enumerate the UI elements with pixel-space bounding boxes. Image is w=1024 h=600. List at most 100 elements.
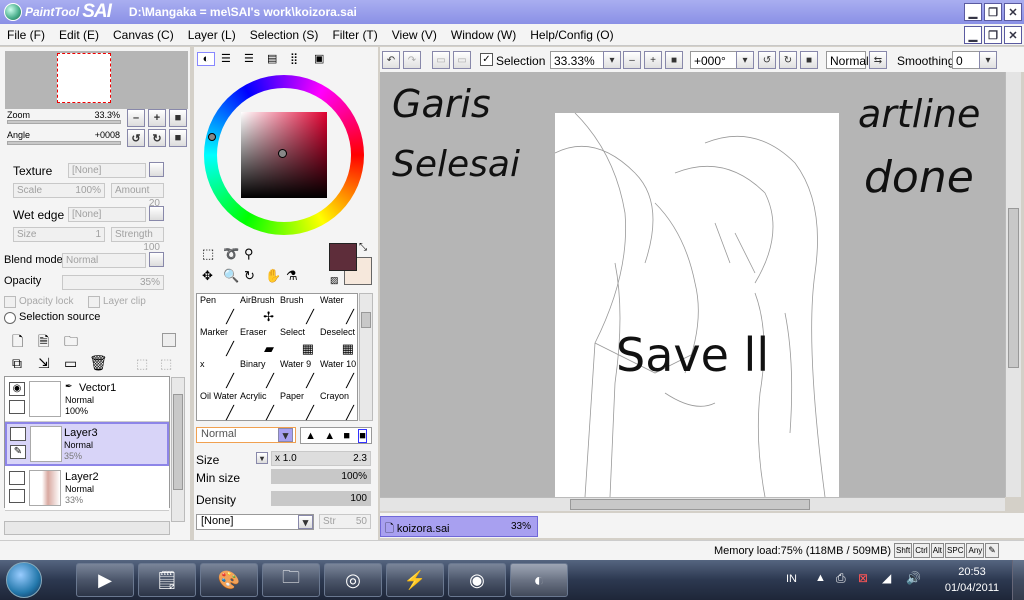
toolbar-rotate-reset-icon[interactable]: ■ <box>800 51 818 69</box>
zoom-slider[interactable] <box>7 120 121 124</box>
layer-clip-checkbox[interactable] <box>88 296 100 308</box>
taskbar-explorer-icon[interactable]: 🗀 <box>262 563 320 597</box>
zoom-out-button[interactable]: – <box>127 109 145 127</box>
wet-edge-size[interactable]: Size 1 <box>13 227 105 242</box>
menu-file[interactable]: File (F) <box>0 28 52 42</box>
layer-option-icon[interactable] <box>162 333 176 347</box>
lasso-icon[interactable]: ➰ <box>223 246 239 262</box>
copy-layer-icon[interactable]: ⧉ <box>12 355 22 372</box>
shape-flat-icon[interactable]: ■ <box>358 428 367 443</box>
hand-icon[interactable]: ✋ <box>265 268 281 284</box>
texture-dropdown-icon[interactable] <box>149 162 164 177</box>
layer-scroll-thumb[interactable] <box>173 394 183 490</box>
tool-oil-water[interactable]: Oil Water ╱ <box>198 390 238 422</box>
view-blend-combo[interactable]: Normal <box>826 51 869 69</box>
zoom-combo-dropdown-icon[interactable]: ▾ <box>603 51 621 69</box>
tool-marker[interactable]: Marker ╱ <box>198 326 238 358</box>
angle-slider[interactable] <box>7 141 121 145</box>
layer-lock-box[interactable] <box>9 489 25 503</box>
texture-amount[interactable]: Amount 20 <box>111 183 164 209</box>
move-icon[interactable]: ✥ <box>202 268 213 284</box>
tool-pen[interactable]: Pen ╱ <box>198 294 238 326</box>
angle-combo[interactable]: +000° <box>690 51 742 69</box>
texture-select[interactable]: [None] <box>68 163 146 178</box>
visibility-box[interactable] <box>9 471 25 485</box>
doc-minimize-button[interactable]: ▁ <box>964 26 982 44</box>
visibility-eye-icon[interactable]: ◉ <box>9 382 25 396</box>
magic-wand-icon[interactable]: ⚲ <box>244 246 254 262</box>
rotate-reset-button[interactable]: ■ <box>169 129 187 147</box>
opacity-lock-checkbox[interactable] <box>4 296 16 308</box>
toolbar-zoom-out-icon[interactable]: – <box>623 51 641 69</box>
navigator-preview[interactable] <box>5 51 188 109</box>
tool-water-9[interactable]: Water 9 ╱ <box>278 358 318 390</box>
close-button[interactable]: ✕ <box>1004 3 1022 21</box>
layer-row-layer2[interactable]: Layer2 Normal 33% <box>5 467 169 511</box>
tray-network-icon[interactable]: ⊠ <box>858 571 868 585</box>
layer-hscrollbar[interactable] <box>4 521 170 535</box>
color-wheel-tab-icon[interactable]: ◐ <box>197 52 215 66</box>
menu-layer[interactable]: Layer (L) <box>181 28 243 42</box>
clock-time[interactable]: 20:53 <box>942 566 1002 578</box>
transparent-color-icon[interactable]: ▨ <box>330 275 339 286</box>
document-tab[interactable]: 🗋 koizora.sai 33% <box>380 516 538 537</box>
brush-texture-select[interactable]: [None] <box>196 514 314 530</box>
tool-crayon[interactable]: Crayon ╱ <box>318 390 358 422</box>
tool-airbrush[interactable]: AirBrush ✢ <box>238 294 278 326</box>
brush-mode-dropdown-icon[interactable]: ▾ <box>278 428 293 442</box>
tool-scroll-thumb[interactable] <box>361 312 371 328</box>
show-desktop-button[interactable] <box>1012 560 1024 600</box>
menu-help[interactable]: Help/Config (O) <box>523 28 620 42</box>
new-folder-icon[interactable]: 🗀 <box>64 331 78 355</box>
minimize-button[interactable]: ▁ <box>964 3 982 21</box>
tray-signal-icon[interactable]: ◢ <box>882 571 891 585</box>
tool-deselect[interactable]: Deselect ▦ <box>318 326 358 358</box>
show-selection-checkbox[interactable]: ✓ <box>480 53 493 66</box>
canvas-area[interactable]: Garis Selesai artline done Save ll <box>380 72 1005 497</box>
hsv-slider-tab-icon[interactable]: ☰ <box>244 52 262 66</box>
canvas-vscrollbar[interactable] <box>1005 72 1021 497</box>
blend-mode-select[interactable]: Normal <box>62 253 146 268</box>
taskbar-winamp-icon[interactable]: ⚡ <box>386 563 444 597</box>
menu-edit[interactable]: Edit (E) <box>52 28 106 42</box>
navigator-viewport[interactable] <box>57 53 111 103</box>
tool-binary[interactable]: Binary ╱ <box>238 358 278 390</box>
edit-brush-icon[interactable]: ✎ <box>10 445 26 459</box>
tool-select[interactable]: Select ▦ <box>278 326 318 358</box>
shape-mid-icon[interactable]: ▲ <box>324 430 335 442</box>
layer-scrollbar[interactable] <box>171 377 185 522</box>
undo-icon[interactable]: ↶ <box>382 51 400 69</box>
tool-scrollbar[interactable] <box>359 293 373 421</box>
wet-edge-strength[interactable]: Strength 100 <box>111 227 164 253</box>
tray-device-icon[interactable]: ⎙ <box>836 571 846 586</box>
tool-brush[interactable]: Brush ╱ <box>278 294 318 326</box>
canvas-hscroll-thumb[interactable] <box>570 499 810 510</box>
lock-layer-icon[interactable]: ⬚ <box>136 356 148 372</box>
maximize-button[interactable]: ❐ <box>984 3 1002 21</box>
start-orb-icon[interactable] <box>6 562 42 598</box>
hue-cursor-icon[interactable] <box>208 133 216 141</box>
delete-layer-icon[interactable]: 🗑 <box>89 354 108 372</box>
rotate-icon[interactable]: ↻ <box>244 268 255 284</box>
tool-paper[interactable]: Paper ╱ <box>278 390 318 422</box>
tool-acrylic[interactable]: Acrylic ╱ <box>238 390 278 422</box>
hue-ring[interactable] <box>204 75 364 235</box>
scratchpad-tab-icon[interactable]: ▣ <box>314 52 332 66</box>
toolbar-zoom-reset-icon[interactable]: ■ <box>665 51 683 69</box>
taskbar-media-player-icon[interactable]: ▶ <box>76 563 134 597</box>
menu-canvas[interactable]: Canvas (C) <box>106 28 181 42</box>
layer-row-layer3[interactable]: ✎ Layer3 Normal 35% <box>5 422 169 466</box>
angle-combo-dropdown-icon[interactable]: ▾ <box>736 51 754 69</box>
toolbar-rotate-right-icon[interactable]: ↻ <box>779 51 797 69</box>
eyedropper-icon[interactable]: ⚗ <box>286 268 298 284</box>
toolbar-zoom-in-icon[interactable]: + <box>644 51 662 69</box>
unlock-layer-icon[interactable]: ⬚ <box>160 356 172 372</box>
smoothing-dropdown-icon[interactable]: ▾ <box>979 51 997 69</box>
brush-texture-strength[interactable]: Str 50 <box>319 514 371 529</box>
rotate-left-button[interactable]: ↺ <box>127 129 145 147</box>
size-range-icon[interactable]: ▾ <box>256 452 268 464</box>
wet-edge-dropdown-icon[interactable] <box>149 206 164 221</box>
opacity-slider[interactable]: 35% <box>62 275 164 290</box>
shape-round-icon[interactable]: ■ <box>343 430 350 442</box>
menu-view[interactable]: View (V) <box>385 28 444 42</box>
